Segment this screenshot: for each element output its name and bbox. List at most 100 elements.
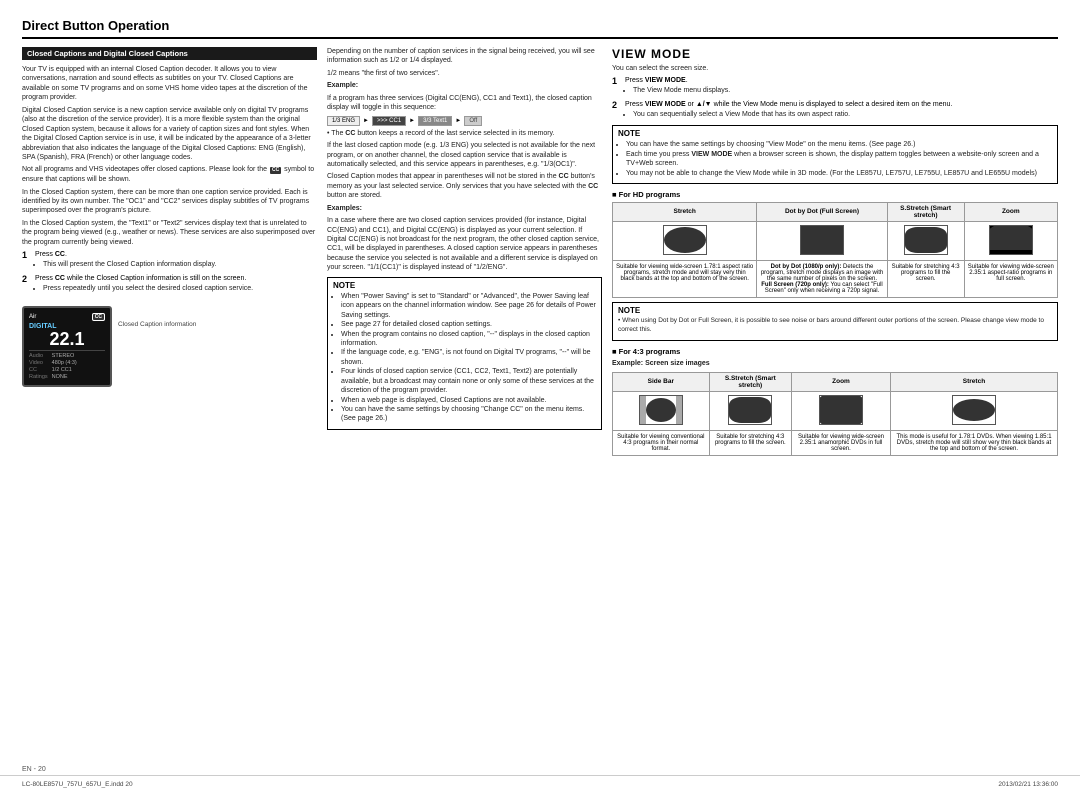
vm-note2-title: NOTE bbox=[618, 306, 1052, 315]
vm-step-1: 1 Press VIEW MODE. The View Mode menu di… bbox=[612, 76, 1058, 97]
four3-programs-section: ■ For 4:3 programs Example: Screen size … bbox=[612, 347, 1058, 455]
tv-channel-number: 22.1 bbox=[29, 330, 105, 348]
seq-seg-2: >>> CC1 bbox=[372, 116, 406, 126]
tv-info-row: Audio Video CC Ratings STEREO 480p (4:3)… bbox=[29, 350, 105, 380]
hd-programs-table: Stretch Dot by Dot (Full Screen) S.Stret… bbox=[612, 202, 1058, 298]
example-label: Example: bbox=[327, 81, 602, 90]
four3-col-zoom: Zoom bbox=[791, 372, 890, 391]
page-footer: LC-80LE857U_757U_657U_E.indd 20 2013/02/… bbox=[0, 775, 1080, 793]
four3-screen-previews-row bbox=[613, 391, 1058, 430]
mid-note-item-3: When the program contains no closed capt… bbox=[341, 330, 596, 349]
vm-note-list: You can have the same settings by choosi… bbox=[618, 140, 1052, 178]
mid-para-4: If the last closed caption mode (e.g. 1/… bbox=[327, 141, 602, 169]
mid-note-item-4: If the language code, e.g. "ENG", is not… bbox=[341, 348, 596, 367]
hd-dotbydot-preview bbox=[800, 225, 844, 255]
right-column: VIEW MODE You can select the screen size… bbox=[612, 47, 1058, 755]
vm-note-title: NOTE bbox=[618, 129, 1052, 138]
mid-para-1: Depending on the number of caption servi… bbox=[327, 47, 602, 66]
tv-audio-val: STEREO bbox=[52, 353, 77, 359]
mid-note-list: When "Power Saving" is set to "Standard"… bbox=[333, 292, 596, 424]
tv-cc-label: CC bbox=[29, 367, 48, 373]
tv-air-label: Air bbox=[29, 314, 36, 320]
vm-note-item-1: You can have the same settings by choosi… bbox=[626, 140, 1052, 149]
step-2-num: 2 bbox=[22, 274, 32, 295]
step-1: 1 Press CC. This will present the Closed… bbox=[22, 250, 317, 271]
hd-sstretch-desc: Suitable for stretching 4:3 programs to … bbox=[887, 260, 964, 297]
left-column: Closed Captions and Digital Closed Capti… bbox=[22, 47, 317, 755]
hd-smart-preview bbox=[904, 225, 948, 255]
seq-seg-1: 1/3 ENG bbox=[327, 116, 360, 126]
page-header: Direct Button Operation bbox=[22, 18, 1058, 39]
four3-sidebar-desc: Suitable for viewing conventional 4:3 pr… bbox=[613, 430, 710, 455]
hd-descriptions-row: Suitable for viewing wide-screen 1.78:1 … bbox=[613, 260, 1058, 297]
four3-stretch-desc: This mode is useful for 1.78:1 DVDs. Whe… bbox=[890, 430, 1057, 455]
hd-screen-previews-row bbox=[613, 221, 1058, 260]
hd-col-dotbydot: Dot by Dot (Full Screen) bbox=[757, 202, 887, 221]
step-1-num: 1 bbox=[22, 250, 32, 271]
seq-arrow-1: ► bbox=[363, 118, 369, 124]
tv-video-label: Video bbox=[29, 360, 48, 366]
four3-col-stretch: Stretch bbox=[890, 372, 1057, 391]
step-2-bullet: Press repeatedly until you select the de… bbox=[43, 284, 253, 293]
seq-seg-3: 3/3 Text1 bbox=[418, 116, 452, 126]
vm-step-2-bullet: You can sequentially select a View Mode … bbox=[633, 110, 952, 119]
cc-para-3: Not all programs and VHS videotapes offe… bbox=[22, 165, 317, 184]
mid-note-item-5: Four kinds of closed caption service (CC… bbox=[341, 367, 596, 395]
four3-col-sstretch: S.Stretch (Smart stretch) bbox=[709, 372, 791, 391]
seq-arrow-2: ► bbox=[409, 118, 415, 124]
hd-zoom-preview bbox=[989, 225, 1033, 255]
four3-sidebar-preview bbox=[639, 395, 683, 425]
mid-para-5: Closed Caption modes that appear in pare… bbox=[327, 172, 602, 200]
mid-column: Depending on the number of caption servi… bbox=[327, 47, 602, 755]
examples-para: In a case where there are two closed cap… bbox=[327, 216, 602, 273]
page-container: Direct Button Operation Closed Captions … bbox=[0, 0, 1080, 793]
tv-caption-info: Closed Caption information bbox=[118, 321, 196, 328]
hd-col-stretch: Stretch bbox=[613, 202, 757, 221]
example-para: If a program has three services (Digital… bbox=[327, 94, 602, 113]
cc-para-5: In the Closed Caption system, the "Text1… bbox=[22, 219, 317, 247]
hd-zoom-desc: Suitable for viewing wide-screen 2.35:1 … bbox=[964, 260, 1057, 297]
view-mode-title: VIEW MODE bbox=[612, 47, 1058, 61]
four3-smart-preview bbox=[728, 395, 772, 425]
hd-col-sstretch: S.Stretch (Smart stretch) bbox=[887, 202, 964, 221]
tv-cc-val: 1/2 CC1 bbox=[52, 367, 77, 373]
page-title: Direct Button Operation bbox=[22, 18, 1058, 33]
hd-section-title: ■ For HD programs bbox=[612, 190, 1058, 199]
four3-descriptions-row: Suitable for viewing conventional 4:3 pr… bbox=[613, 430, 1058, 455]
footer-date: 2013/02/21 13:36:00 bbox=[998, 781, 1058, 788]
vm-note-box: NOTE You can have the same settings by c… bbox=[612, 125, 1058, 184]
en-page-marker: EN - 20 bbox=[22, 766, 46, 773]
view-mode-intro: You can select the screen size. bbox=[612, 64, 1058, 73]
step-1-bullet: This will present the Closed Caption inf… bbox=[43, 260, 216, 269]
cc-para-2: Digital Closed Caption service is a new … bbox=[22, 106, 317, 163]
mid-note-item-2: See page 27 for detailed closed caption … bbox=[341, 320, 596, 329]
mid-note-box: NOTE When "Power Saving" is set to "Stan… bbox=[327, 277, 602, 430]
hd-stretch-preview bbox=[663, 225, 707, 255]
cc-section-title: Closed Captions and Digital Closed Capti… bbox=[22, 47, 317, 60]
vm-note2-text: • When using Dot by Dot or Full Screen, … bbox=[618, 317, 1052, 335]
hd-col-zoom: Zoom bbox=[964, 202, 1057, 221]
hd-dotbydot-desc: Dot by Dot (1080/p only): Detects the pr… bbox=[757, 260, 887, 297]
seq-arrow-3: ► bbox=[455, 118, 461, 124]
tv-display: Air CC DIGITAL 22.1 Audio Video CC Ratin… bbox=[22, 306, 112, 387]
mid-note-title: NOTE bbox=[333, 281, 596, 290]
step-2: 2 Press CC while the Closed Caption info… bbox=[22, 274, 317, 295]
tv-ratings-label: Ratings bbox=[29, 374, 48, 380]
hd-programs-section: ■ For HD programs Stretch Dot by Dot (Fu… bbox=[612, 190, 1058, 298]
tv-video-val: 480p (4:3) bbox=[52, 360, 77, 366]
vm-step-1-content: Press VIEW MODE. The View Mode menu disp… bbox=[625, 76, 730, 97]
seq-seg-4: Off bbox=[464, 116, 482, 126]
vm-note-item-3: You may not be able to change the View M… bbox=[626, 169, 1052, 178]
vm-step-1-num: 1 bbox=[612, 76, 622, 97]
vm-step-2-content: Press VIEW MODE or ▲/▼ while the View Mo… bbox=[625, 100, 952, 121]
mid-note-item-6: When a web page is displayed, Closed Cap… bbox=[341, 396, 596, 405]
footer-file-info: LC-80LE857U_757U_657U_E.indd 20 bbox=[22, 781, 133, 788]
four3-example-title: Example: Screen size images bbox=[612, 359, 1058, 368]
cc-para-4: In the Closed Caption system, there can … bbox=[22, 188, 317, 216]
vm-step-2-num: 2 bbox=[612, 100, 622, 121]
four3-zoom-preview bbox=[819, 395, 863, 425]
mid-para-3: • The CC button keeps a record of the la… bbox=[327, 129, 602, 138]
vm-step-1-bullet: The View Mode menu displays. bbox=[633, 86, 730, 95]
four3-sstretch-desc: Suitable for stretching 4:3 programs to … bbox=[709, 430, 791, 455]
four3-col-sidebar: Side Bar bbox=[613, 372, 710, 391]
